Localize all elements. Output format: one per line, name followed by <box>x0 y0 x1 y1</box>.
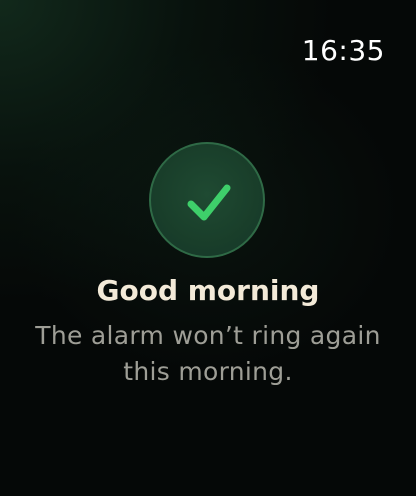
confirmation-title: Good morning <box>96 274 320 307</box>
confirmation-message: The alarm won’t ring again this morning. <box>35 321 381 386</box>
checkmark-icon <box>187 184 231 221</box>
clock-time: 16:35 <box>301 34 385 67</box>
alarm-confirmation-screen: 16:35 Good morning The alarm won’t ring … <box>0 0 416 496</box>
confirmation-badge <box>149 142 265 258</box>
